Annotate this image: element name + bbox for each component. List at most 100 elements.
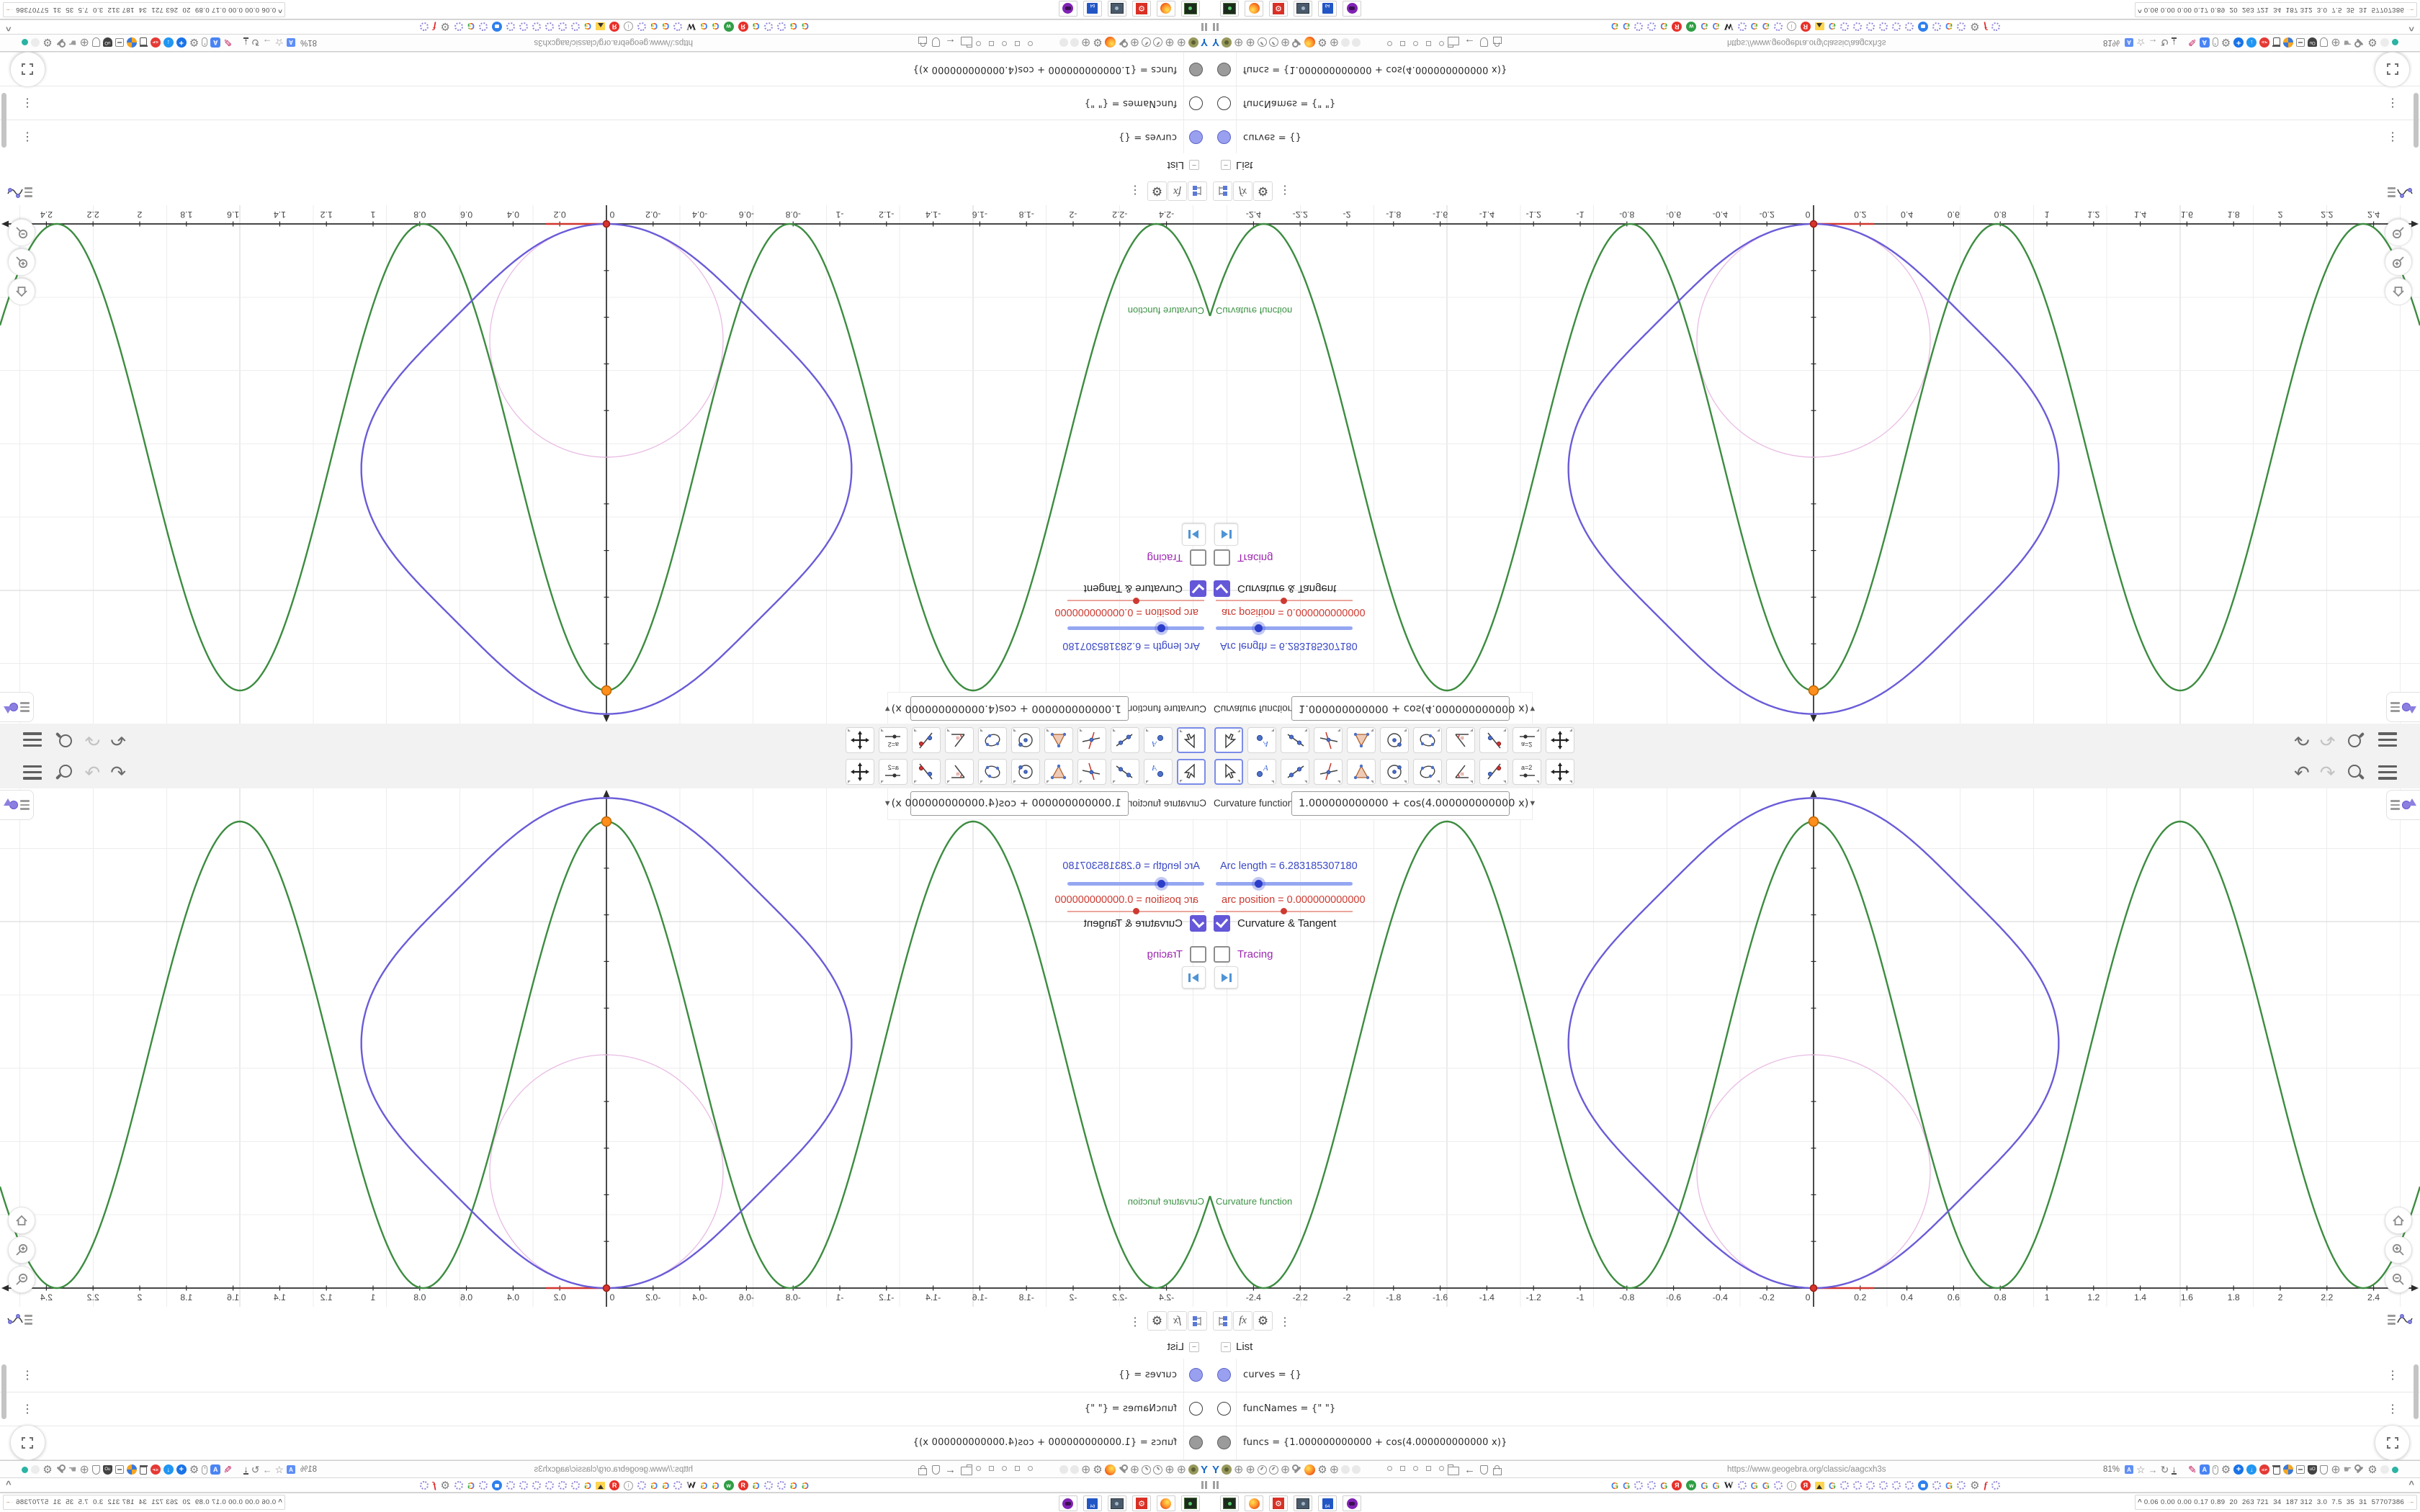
marker-icon[interactable]: ✎ [2188,37,2197,49]
visibility-marble[interactable] [1189,96,1203,110]
tool-move-button[interactable] [1177,759,1206,785]
pin-icon[interactable]: Y [1201,1464,1208,1476]
favicon-picture[interactable] [596,22,606,31]
favicon-dotted-ring[interactable] [1737,1481,1747,1490]
address-bar-url[interactable]: https://www.geogebra.org/classic/aagcxh3… [1727,38,1886,47]
checkbox-icon[interactable] [1426,1466,1431,1471]
forward-arrow-icon[interactable]: → [262,1464,272,1475]
favicon-script-f[interactable]: f [433,1480,436,1491]
marker-icon[interactable]: ✎ [2188,1464,2197,1476]
trash-icon[interactable] [2272,37,2281,48]
icp-badge-icon[interactable]: ICP [2259,37,2270,48]
checkbox-icon[interactable] [1400,41,1405,46]
tool-reflect-about-line-button[interactable] [1479,727,1508,753]
arc-position-slider-knob[interactable] [1281,598,1287,604]
tool-slider-button[interactable]: a=2 [1512,759,1541,785]
fullscreen-button[interactable] [2375,52,2410,87]
globe-icon[interactable]: ⊕ [2331,1462,2340,1477]
favicon-dotted-ring[interactable] [532,1481,541,1490]
function-input[interactable]: 1.000000000000 + cos(4.000000000000 x) ▼ [1291,696,1536,721]
gear-icon[interactable]: ⚙ [440,1479,449,1492]
graphics-view[interactable]: -2.4 -2.2 -2 -1.8 -1.6 -1.4 -1.2 -1 -0.8 -0.6 -0.4… [1210,788,2420,1307]
lock-icon[interactable] [918,37,927,48]
checkbox-icon[interactable] [1015,1466,1020,1471]
bookmarks-overflow-chevron[interactable]: ^ [6,1479,12,1490]
favicon-info[interactable]: i [624,1480,634,1490]
favicon-crown[interactable]: w [1686,22,1697,32]
favicon-yandex[interactable]: Я [609,1480,620,1490]
translate-icon[interactable]: A [287,38,295,47]
firefox-icon[interactable] [1104,37,1116,48]
translate-page-icon[interactable]: A [2199,37,2210,48]
favicon-picture[interactable] [1814,22,1824,31]
favicon-crown[interactable]: w [723,1480,734,1490]
translate-ext-icon[interactable] [126,1464,137,1475]
tool-perpendicular-line-button[interactable] [1314,759,1343,785]
tool-perpendicular-line-button[interactable] [1077,759,1106,785]
favicon-google[interactable]: G [1751,22,1758,32]
bookmarks-overflow-chevron[interactable]: ^ [2408,1479,2414,1490]
arc-position-point[interactable] [1809,220,1818,228]
favicon-dotted-ring[interactable] [454,1481,463,1490]
favicon-script-f[interactable]: f [1984,1480,1987,1491]
favicon-dotted-ring[interactable] [673,1481,683,1490]
home-button[interactable] [2385,1207,2412,1234]
main-menu-button[interactable] [23,732,42,747]
favicon-google[interactable]: G [712,22,720,32]
search-icon[interactable] [55,763,73,782]
visibility-marble[interactable] [1217,1436,1231,1449]
collapse-button[interactable]: − [1221,160,1231,170]
gear-icon[interactable]: ⚙ [1093,1463,1102,1476]
algebra-menu-kebab[interactable]: ⋮ [1129,183,1141,197]
archive-icon[interactable] [2296,1465,2305,1474]
system-monitor-widget[interactable]: ^ 0.06 0.00 0.00 0.17 0.89 20 263 721 34… [3,2,285,17]
taskbar-app-red-tool[interactable]: ⚙ [1269,1,1288,17]
visibility-marble[interactable] [1217,1368,1231,1382]
radio-icon[interactable] [1002,1466,1007,1471]
shield-icon[interactable] [932,37,940,48]
gear-icon[interactable]: ⚙ [42,1463,52,1476]
favicon-yandex[interactable]: Я [1800,1480,1811,1490]
checkbox-icon[interactable] [1015,41,1020,46]
favicon-dotted-ring[interactable] [519,1481,528,1490]
tool-perpendicular-line-button[interactable] [1077,727,1106,753]
gauge-icon[interactable] [1268,1464,1278,1475]
tool-move-graphics-view-button[interactable] [846,727,874,753]
favicon-google[interactable]: G [712,1480,720,1491]
visibility-marble[interactable] [1217,63,1231,76]
tool-angle-button[interactable]: α [945,727,974,753]
arc-position-point[interactable] [1809,1284,1818,1292]
arc-length-slider-knob[interactable] [1252,877,1265,891]
algebra-row[interactable]: curves = {} ⋮ [0,1359,1210,1392]
graphics-stylebar-toggle[interactable] [0,692,34,722]
system-monitor-widget[interactable]: ^ 0.06 0.00 0.00 0.17 0.89 20 263 721 34… [3,1495,285,1510]
favicon-dotted-ring[interactable] [1905,22,1914,31]
algebra-tree-view-button[interactable] [1213,181,1232,201]
gear-icon[interactable]: ⚙ [189,36,199,49]
bookmark-star-icon[interactable]: ☆ [274,37,284,49]
camera-icon[interactable] [1222,1464,1232,1475]
pocket-icon[interactable]: ↓ [163,37,174,48]
add-icon[interactable]: + [176,37,187,48]
globe-icon[interactable]: ⊕ [1234,35,1243,50]
favicon-script-f[interactable]: f [433,21,436,32]
favicon-dotted-ring[interactable] [763,22,773,31]
gauge-icon[interactable] [1142,1464,1152,1475]
trash-icon[interactable] [2272,1464,2281,1475]
shield-icon[interactable] [2320,37,2329,48]
back-arrow-icon[interactable]: ← [945,37,956,49]
play-button[interactable] [1214,966,1238,989]
row-menu-kebab[interactable]: ⋮ [2387,130,2398,144]
arc-length-slider-knob[interactable] [1155,877,1168,891]
favicon-dotted-ring[interactable] [1647,1481,1657,1490]
favicon-wikipedia[interactable]: W [1724,21,1734,32]
play-button[interactable] [1214,523,1238,546]
favicon-dotted-ring[interactable] [454,22,463,31]
tool-conic-through-points-button[interactable] [978,727,1007,753]
favicon-dotted-ring[interactable] [420,22,429,31]
favicon-info[interactable]: i [1786,22,1796,32]
favicon-yandex[interactable]: Я [738,1480,748,1490]
radio-icon[interactable] [1439,1466,1444,1471]
taskbar-app-floppy64[interactable]: 64 [1318,1495,1337,1511]
favicon-dotted-ring[interactable] [1905,1481,1914,1490]
